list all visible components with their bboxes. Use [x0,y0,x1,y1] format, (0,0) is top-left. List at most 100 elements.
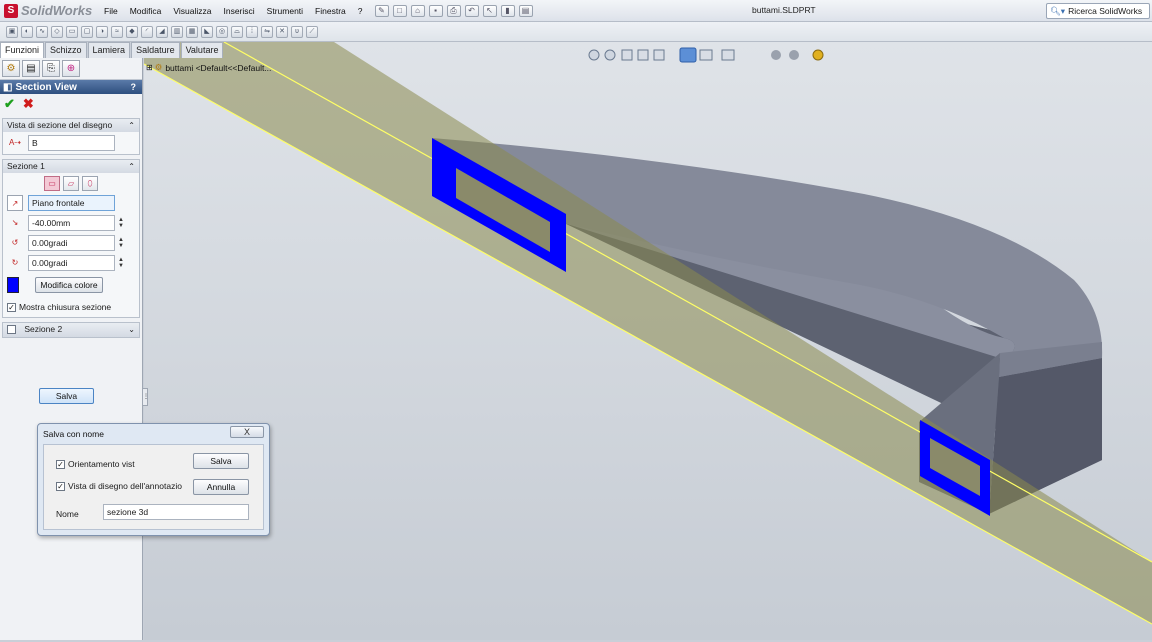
dimxpert-tab-icon[interactable]: ⊕ [62,60,80,77]
dialog-close-button[interactable]: X [230,426,264,438]
dialog-cancel-button[interactable]: Annulla [193,479,249,495]
options-icon[interactable]: ▤ [518,4,533,17]
section2-header[interactable]: Sezione 2 ⌄ [3,323,139,337]
offset-spinner[interactable]: ▲ ▼ [118,217,124,229]
instant3d-icon[interactable]: ⟋ [306,25,318,38]
name-input[interactable]: sezione 3d [103,504,249,520]
draft-icon[interactable]: ◣ [201,25,213,38]
tab-schizzo[interactable]: Schizzo [45,42,87,58]
select-icon[interactable]: ↖ [482,4,497,17]
menu-help[interactable]: ? [352,6,369,16]
extrude-cut-icon[interactable]: ▢ [81,25,93,38]
view-settings-icon[interactable] [789,50,799,60]
shell-icon[interactable]: ▦ [186,25,198,38]
section2-checkbox[interactable] [7,325,16,335]
menu-inserisci[interactable]: Inserisci [217,6,260,16]
section-view-icon[interactable] [637,49,649,61]
rebuild-icon[interactable]: ▮ [500,4,515,17]
offset-input[interactable]: -40.00mm [28,215,115,231]
drawing-section-header[interactable]: Vista di sezione del disegno ⌃ [3,119,139,132]
graphics-viewport[interactable] [143,41,1152,640]
collapse-icon[interactable]: ⌃ [128,160,135,173]
help-icon[interactable]: ? [131,82,137,92]
annotation-checkbox[interactable]: ✓ [56,481,65,491]
pin-icon[interactable]: ✎ [374,4,389,17]
reference-geometry-icon[interactable]: ✕ [276,25,288,38]
dialog-body: ✓ Orientamento vist ✓ Vista di disegno d… [43,444,264,530]
part-icon: ⚙︎ [154,62,163,72]
chamfer-icon[interactable]: ◢ [156,25,168,38]
panel-splitter-handle[interactable]: ⋮ [142,388,149,406]
orientation-checkbox[interactable]: ✓ [56,459,65,469]
boundary-icon[interactable]: ▭ [66,25,78,38]
rotation-y-input[interactable]: 0.00gradi [28,255,115,271]
open-folder-icon[interactable]: ⌂ [410,4,425,17]
tab-lamiera[interactable]: Lamiera [87,42,131,58]
dialog-save-button[interactable]: Salva [193,453,249,469]
zonal-plane-icon[interactable]: ▱ [63,175,79,191]
menu-modifica[interactable]: Modifica [124,6,168,16]
search-box[interactable]: 🔍︎▾ Ricerca SolidWorks [1046,3,1150,19]
linear-pattern-icon[interactable]: ⁞ [246,25,258,38]
edit-appearance-icon[interactable] [721,49,735,61]
hide-show-icon[interactable] [699,49,713,61]
tab-valutare[interactable]: Valutare [180,42,224,58]
cancel-x-icon[interactable]: ✖ [23,96,34,112]
ok-check-icon[interactable]: ✔ [4,96,15,112]
feature-tree-root[interactable]: buttami <Default<<Default... [165,63,271,73]
extrude-boss-icon[interactable]: ▣ [6,25,18,38]
menu-visualizza[interactable]: Visualizza [167,6,217,16]
loft-icon[interactable]: ◇ [51,25,63,38]
feature-manager-tab-icon[interactable]: ⚙︎ [2,60,20,77]
feature-toolbar: ▣ ◐ ∿ ◇ ▭ ▢ ◑ ≈ ◆ ◜ ◢ ▥ ▦ ◣ ◎ ⌓ ⁞ ⇋ ✕ ʋ … [0,22,1152,42]
section1-header[interactable]: Sezione 1 ⌃ [3,160,139,173]
zoom-to-area-icon[interactable] [604,49,616,61]
realview-icon[interactable] [812,49,824,61]
rotation-y-spinner[interactable]: ▲ ▼ [118,257,124,269]
collapse-icon[interactable]: ⌃ [128,119,135,132]
print-icon[interactable]: ⎙ [446,4,461,17]
tab-saldature[interactable]: Saldature [131,42,180,58]
drawing-section-group: Vista di sezione del disegno ⌃ A⇢ B [2,118,140,155]
rib-icon[interactable]: ▥ [171,25,183,38]
view-orientation-icon[interactable] [653,49,665,61]
edit-color-button[interactable]: Modifica colore [35,277,103,293]
show-cap-checkbox[interactable]: ✓ [7,302,16,312]
lofted-cut-icon[interactable]: ◆ [126,25,138,38]
menu-finestra[interactable]: Finestra [309,6,352,16]
swept-cut-icon[interactable]: ≈ [111,25,123,38]
new-document-icon[interactable]: □ [392,4,407,17]
solidworks-logo[interactable]: S SolidWorks [0,3,98,18]
mirror-icon[interactable]: ⇋ [261,25,273,38]
rotation-x-spinner[interactable]: ▲ ▼ [118,237,124,249]
save-icon[interactable]: ▪ [428,4,443,17]
revolve-icon[interactable]: ◐ [21,25,33,38]
menu-strumenti[interactable]: Strumenti [261,6,309,16]
reverse-section-icon[interactable]: ↗ [7,195,23,211]
menu-file[interactable]: File [98,6,124,16]
solidworks-logo-icon: S [4,3,18,18]
section-label-input[interactable]: B [28,135,115,151]
fillet-icon[interactable]: ◜ [141,25,153,38]
previous-view-icon[interactable] [621,49,633,61]
rotation-x-input[interactable]: 0.00gradi [28,235,115,251]
single-plane-icon[interactable]: ▭ [44,175,60,191]
save-view-button[interactable]: Salva [39,388,94,404]
zoom-to-fit-icon[interactable] [588,49,600,61]
hole-wizard-icon[interactable]: ◎ [216,25,228,38]
undo-icon[interactable]: ↶ [464,4,479,17]
sweep-icon[interactable]: ∿ [36,25,48,38]
property-manager-tab-icon[interactable]: ▤ [22,60,40,77]
reference-plane-input[interactable]: Piano frontale [28,195,115,211]
configuration-manager-tab-icon[interactable]: ⎘ [42,60,60,77]
dialog-title: Salva con nome [43,429,104,439]
curves-icon[interactable]: ʋ [291,25,303,38]
display-style-icon[interactable] [679,47,697,63]
reverse-direction-icon[interactable]: ⬯ [82,175,98,191]
tab-funzioni[interactable]: Funzioni [0,42,45,58]
dome-icon[interactable]: ⌓ [231,25,243,38]
expand-icon[interactable]: ⌄ [128,323,135,336]
expand-icon[interactable]: ⊞ [146,63,153,72]
apply-scene-icon[interactable] [771,50,781,60]
revolve-cut-icon[interactable]: ◑ [96,25,108,38]
